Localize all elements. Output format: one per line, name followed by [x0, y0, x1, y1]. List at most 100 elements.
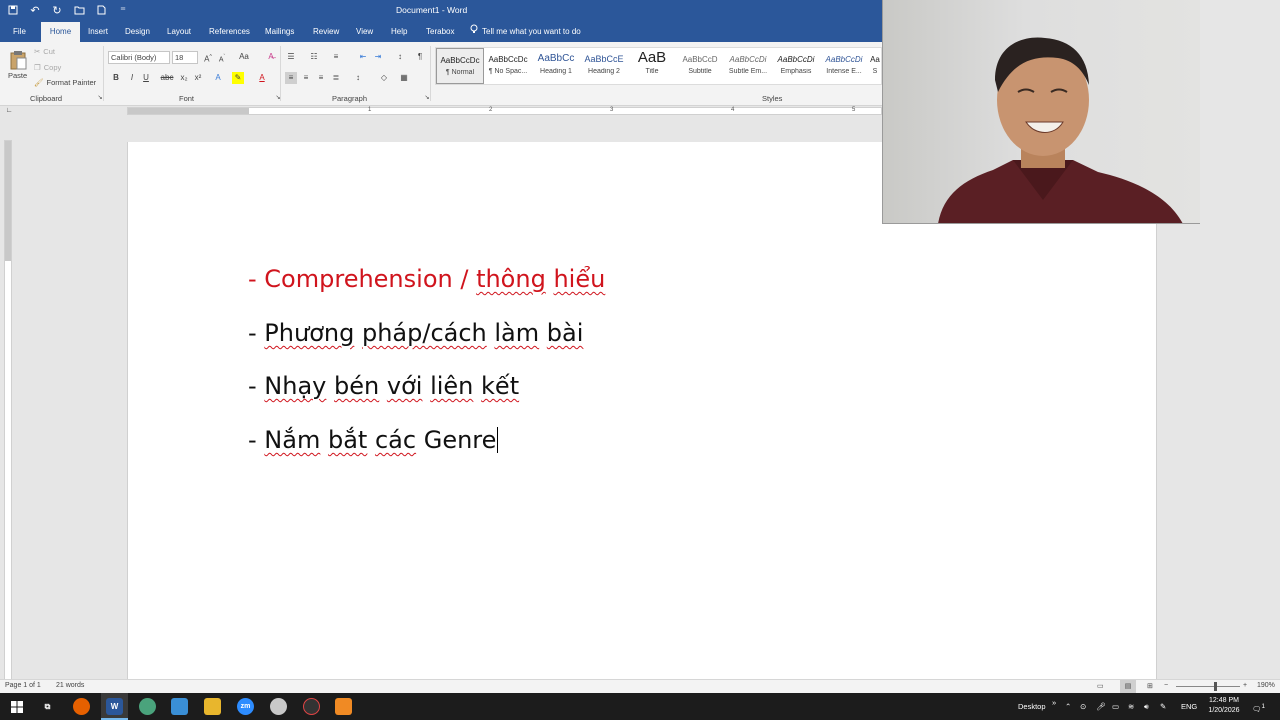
tab-design[interactable]: Design	[119, 22, 156, 42]
change-case-icon[interactable]: Aa	[236, 51, 252, 63]
zoom-app-icon[interactable]: zm	[237, 698, 254, 715]
style-no-spacing[interactable]: AaBbCcDc ¶ No Spac...	[484, 48, 532, 84]
notifications-icon[interactable]: 🗨︎1	[1252, 693, 1265, 720]
task-view-icon[interactable]: ⧉	[39, 698, 56, 715]
firefox-icon[interactable]	[73, 698, 90, 715]
word-count[interactable]: 21 words	[56, 682, 84, 689]
tab-terabox[interactable]: Terabox	[420, 22, 460, 42]
app-icon[interactable]	[270, 698, 287, 715]
language-indicator[interactable]: ENG	[1181, 693, 1197, 720]
tab-insert[interactable]: Insert	[82, 22, 114, 42]
microphone-icon[interactable]: 🎤︎	[1096, 693, 1106, 720]
superscript-icon[interactable]: x²	[192, 72, 204, 84]
clock[interactable]: 12:48 PM 1/20/2026	[1202, 696, 1246, 716]
tab-selector-icon[interactable]: ∟	[3, 105, 15, 117]
tab-file[interactable]: File	[7, 22, 32, 42]
align-center-icon[interactable]: ≡	[300, 72, 312, 84]
style-normal[interactable]: AaBbCcDc ¶ Normal	[436, 48, 484, 84]
tab-references[interactable]: References	[203, 22, 256, 42]
app-icon[interactable]	[139, 698, 156, 715]
subscript-icon[interactable]: x₂	[178, 72, 190, 84]
cut-button[interactable]: ✂ Cut	[34, 47, 55, 56]
font-color-icon[interactable]: A	[256, 72, 268, 84]
document-line-2[interactable]: - Phương pháp/cách làm bài	[248, 319, 583, 347]
paragraph-launcher-icon[interactable]: ↘	[421, 92, 433, 104]
font-size-field[interactable]: 18	[172, 51, 198, 64]
volume-icon[interactable]: 🔊︎	[1144, 693, 1149, 720]
style-subtitle[interactable]: AaBbCcD Subtitle	[676, 48, 724, 84]
style-emphasis[interactable]: AaBbCcDi Emphasis	[772, 48, 820, 84]
zoom-in-icon[interactable]: +	[1243, 682, 1247, 689]
shrink-font-icon[interactable]: Aˇ	[216, 51, 228, 63]
tray-app-icon[interactable]: ⊙	[1080, 693, 1086, 720]
web-layout-icon[interactable]: ⊞	[1147, 682, 1153, 690]
tray-chevron-icon[interactable]: ⌃	[1065, 693, 1071, 720]
copy-button[interactable]: ❐ Copy	[34, 63, 61, 72]
tab-review[interactable]: Review	[307, 22, 345, 42]
decrease-indent-icon[interactable]: ⇤	[357, 51, 369, 63]
align-right-icon[interactable]: ≡	[315, 72, 327, 84]
read-mode-icon[interactable]: ▭	[1097, 682, 1104, 690]
justify-icon[interactable]: ≣	[330, 72, 342, 84]
align-left-icon[interactable]: ≡	[285, 72, 297, 84]
strikethrough-icon[interactable]: abc	[160, 72, 174, 84]
zoom-slider[interactable]	[1176, 686, 1240, 687]
page-count[interactable]: Page 1 of 1	[5, 682, 41, 689]
app-icon[interactable]	[303, 698, 320, 715]
tab-home[interactable]: Home	[41, 22, 80, 42]
zoom-level[interactable]: 190%	[1257, 682, 1275, 689]
clock-time: 12:48 PM	[1209, 697, 1239, 704]
grow-font-icon[interactable]: A^	[202, 51, 214, 64]
sort-icon[interactable]: ↕	[394, 51, 406, 63]
print-layout-icon[interactable]: ▤	[1120, 680, 1136, 693]
highlight-icon[interactable]: ✎	[232, 72, 244, 84]
tab-view[interactable]: View	[350, 22, 379, 42]
clipboard-launcher-icon[interactable]: ↘	[94, 92, 106, 104]
style-title[interactable]: AaB Title	[628, 48, 676, 84]
style-heading-1[interactable]: AaBbCc Heading 1	[532, 48, 580, 84]
word-icon[interactable]: W	[106, 698, 123, 715]
tab-layout[interactable]: Layout	[161, 22, 197, 42]
paste-button[interactable]: Paste	[8, 50, 27, 80]
clear-formatting-icon[interactable]: A̶	[265, 51, 277, 63]
app-icon[interactable]	[171, 698, 188, 715]
bullets-icon[interactable]: ☰	[285, 51, 297, 63]
tab-help[interactable]: Help	[385, 22, 413, 42]
font-name-field[interactable]: Calibri (Body)	[108, 51, 170, 64]
format-painter-button[interactable]: 🖌︎ Format Painter	[34, 78, 96, 87]
text-effects-icon[interactable]: A	[212, 72, 224, 84]
toolbar-expand-icon[interactable]: »	[1052, 689, 1056, 716]
underline-icon[interactable]: U	[140, 72, 152, 84]
increase-indent-icon[interactable]: ⇥	[372, 51, 384, 63]
font-launcher-icon[interactable]: ↘	[272, 92, 284, 104]
document-line-1[interactable]: - Comprehension / thông hiểu	[248, 265, 605, 293]
tell-me-box[interactable]: Tell me what you want to do	[470, 22, 581, 42]
horizontal-ruler[interactable]: 1 2 3 4 5	[127, 107, 882, 115]
zoom-slider-thumb[interactable]	[1214, 682, 1217, 691]
zoom-out-icon[interactable]: −	[1164, 682, 1168, 689]
vertical-ruler[interactable]	[4, 140, 12, 680]
bold-icon[interactable]: B	[110, 72, 122, 84]
desktop-toolbar[interactable]: Desktop	[1018, 693, 1046, 720]
wifi-icon[interactable]: ≋	[1128, 693, 1134, 720]
document-line-4[interactable]: - Nắm bắt các Genre	[248, 426, 499, 454]
battery-icon[interactable]: ▭	[1112, 693, 1119, 720]
show-formatting-icon[interactable]: ¶	[414, 51, 426, 63]
style-strong[interactable]: Aa S	[868, 48, 882, 84]
line-spacing-icon[interactable]: ↕	[352, 72, 364, 84]
style-intense-emphasis[interactable]: AaBbCcDi Intense E...	[820, 48, 868, 84]
document-line-3[interactable]: - Nhạy bén với liên kết	[248, 372, 519, 400]
style-heading-2[interactable]: AaBbCcE Heading 2	[580, 48, 628, 84]
start-icon[interactable]	[8, 698, 25, 715]
shading-icon[interactable]: ◇	[378, 72, 390, 84]
pen-icon[interactable]: ✎	[1160, 693, 1166, 720]
app-icon[interactable]	[335, 698, 352, 715]
multilevel-list-icon[interactable]: ≡	[330, 51, 342, 63]
numbering-icon[interactable]: ☷	[308, 51, 320, 63]
style-subtle-emphasis[interactable]: AaBbCcDi Subtle Em...	[724, 48, 772, 84]
borders-icon[interactable]: ▦	[398, 72, 410, 84]
ruler-number: 3	[610, 107, 614, 113]
tab-mailings[interactable]: Mailings	[259, 22, 300, 42]
italic-icon[interactable]: I	[126, 72, 138, 84]
file-explorer-icon[interactable]	[204, 698, 221, 715]
